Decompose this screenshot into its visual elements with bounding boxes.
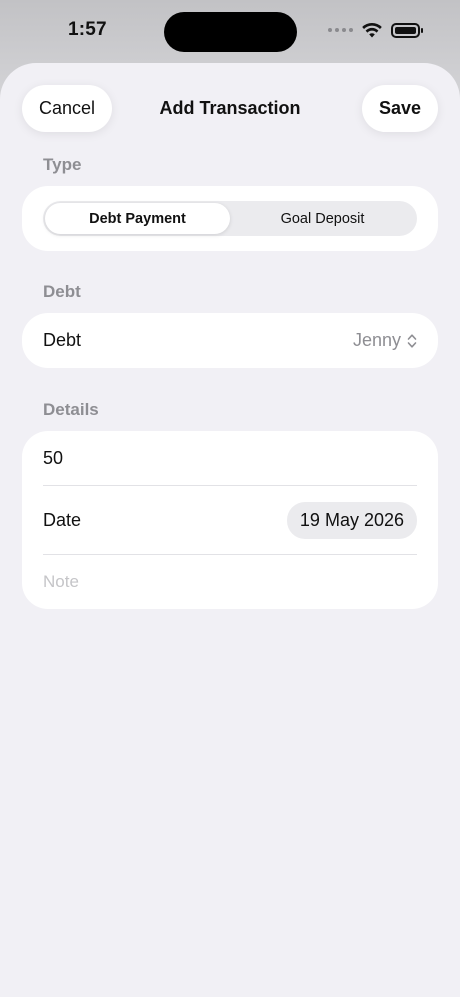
- battery-icon: [391, 22, 423, 38]
- status-icons: [328, 22, 423, 38]
- type-section-header: Type: [43, 155, 82, 174]
- debt-selected-value: Jenny: [352, 330, 401, 350]
- status-time: 1:57: [68, 19, 107, 40]
- type-segmented-control: Debt Payment Goal Deposit: [43, 201, 417, 236]
- segment-goal-deposit[interactable]: Goal Deposit: [230, 203, 415, 234]
- debt-row-label: Debt: [43, 330, 82, 350]
- chevron-up-down-icon: [407, 333, 417, 348]
- date-row: Date 19 May 2026: [43, 486, 417, 554]
- signal-dots-icon: [328, 28, 353, 32]
- debt-picker-row[interactable]: Debt Jenny: [43, 313, 417, 368]
- type-card: Debt Payment Goal Deposit: [22, 186, 438, 251]
- date-label: Date: [43, 509, 82, 530]
- debt-section-header: Debt: [43, 282, 81, 301]
- dynamic-island: [164, 12, 297, 52]
- amount-field[interactable]: [43, 447, 417, 469]
- note-row: [43, 555, 417, 609]
- add-transaction-sheet: Cancel Add Transaction Save Type Debt Pa…: [0, 63, 460, 997]
- phone-screen: 1:57 Cancel Add Transaction Save Type De…: [0, 0, 460, 997]
- wifi-icon: [362, 22, 382, 38]
- segment-debt-payment[interactable]: Debt Payment: [45, 203, 230, 234]
- save-button[interactable]: Save: [362, 85, 438, 132]
- debt-card: Debt Jenny: [22, 313, 438, 368]
- details-card: Date 19 May 2026: [22, 431, 438, 609]
- debt-picker[interactable]: Jenny: [353, 330, 417, 351]
- amount-row: [43, 431, 417, 485]
- note-field[interactable]: [43, 572, 417, 592]
- details-section-header: Details: [43, 400, 99, 419]
- date-picker-button[interactable]: 19 May 2026: [286, 501, 417, 539]
